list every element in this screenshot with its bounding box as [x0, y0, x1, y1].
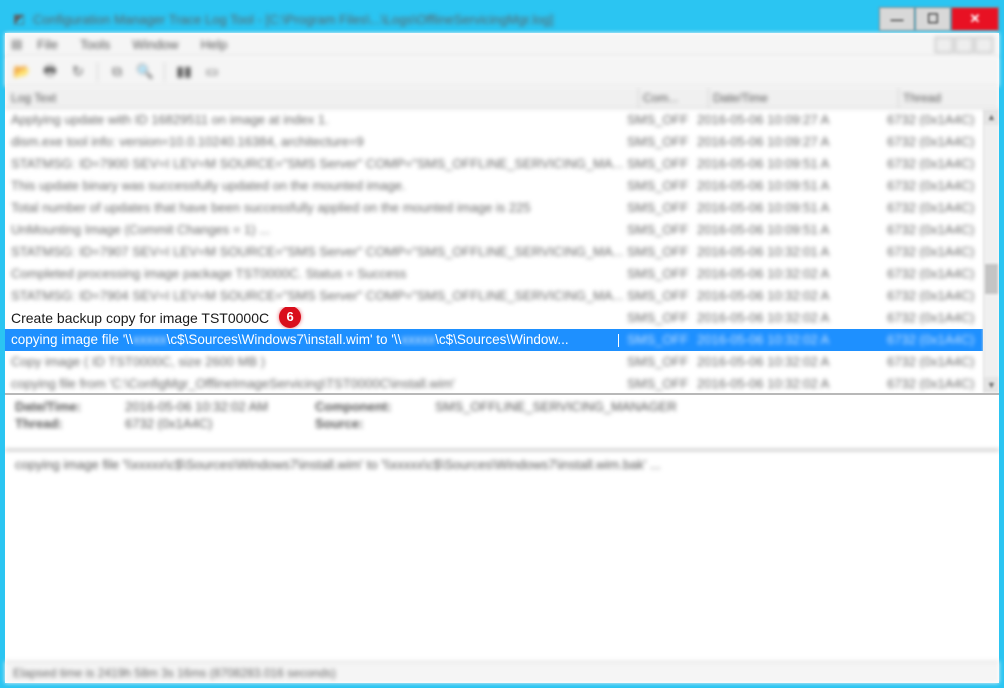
- doc-icon: ▤: [11, 37, 27, 53]
- menu-file[interactable]: File: [37, 37, 58, 52]
- window-title: Configuration Manager Trace Log Tool - […: [33, 12, 879, 27]
- detail-datetime-value: 2016-05-06 10:32:02 AM: [125, 399, 305, 414]
- log-row[interactable]: This update binary was successfully upda…: [5, 175, 983, 197]
- status-text: Elapsed time is 2419h 58m 3s 16ms (87082…: [13, 666, 336, 680]
- log-row[interactable]: copying image file '\\xxxxx\c$\Sources\W…: [5, 329, 983, 351]
- detail-datetime-label: Date/Time:: [15, 399, 115, 414]
- log-row[interactable]: Applying update with ID 16829511 on imag…: [5, 109, 983, 131]
- menubar: ▤ File Tools Window Help: [5, 33, 999, 57]
- content-area: Log Text Com... Date/Time Thread Applyin…: [5, 87, 999, 661]
- minimize-button[interactable]: —: [879, 7, 915, 31]
- app-icon: ◩: [11, 11, 27, 27]
- log-row[interactable]: STATMSG: ID=7904 SEV=I LEV=M SOURCE="SMS…: [5, 285, 983, 307]
- menu-tools[interactable]: Tools: [80, 37, 110, 52]
- open-icon[interactable]: 📂: [11, 61, 33, 83]
- log-row[interactable]: UnMounting Image (Commit Changes = 1) ..…: [5, 219, 983, 241]
- menu-window[interactable]: Window: [132, 37, 178, 52]
- highlight-icon[interactable]: ▭: [201, 61, 223, 83]
- log-row[interactable]: copying file from 'C:\ConfigMgr_OfflineI…: [5, 373, 983, 393]
- detail-source-value: [435, 416, 989, 431]
- child-restore-button[interactable]: [955, 37, 973, 53]
- log-pane: Log Text Com... Date/Time Thread Applyin…: [5, 87, 999, 395]
- copy-icon[interactable]: ⧉: [106, 61, 128, 83]
- child-minimize-button[interactable]: [935, 37, 953, 53]
- log-body[interactable]: Applying update with ID 16829511 on imag…: [5, 109, 983, 393]
- col-header-thread[interactable]: Thread: [899, 87, 999, 108]
- log-row[interactable]: dism.exe tool info: version=10.0.10240.1…: [5, 131, 983, 153]
- statusbar: Elapsed time is 2419h 58m 3s 16ms (87082…: [5, 661, 999, 683]
- pause-icon[interactable]: ▮▮: [173, 61, 195, 83]
- detail-pane: Date/Time: 2016-05-06 10:32:02 AM Compon…: [5, 395, 999, 451]
- detail-source-label: Source:: [315, 416, 425, 431]
- col-header-datetime[interactable]: Date/Time: [709, 87, 899, 108]
- detail-component-value: SMS_OFFLINE_SERVICING_MANAGER: [435, 399, 989, 414]
- log-row[interactable]: Completed processing image package TST00…: [5, 263, 983, 285]
- detail-thread-value: 6732 (0x1A4C): [125, 416, 305, 431]
- refresh-icon[interactable]: ↻: [67, 61, 89, 83]
- message-pane[interactable]: copying image file '\\xxxxx\c$\Sources\W…: [5, 451, 999, 661]
- col-header-component[interactable]: Com...: [639, 87, 709, 108]
- log-row[interactable]: STATMSG: ID=7900 SEV=I LEV=M SOURCE="SMS…: [5, 153, 983, 175]
- close-button[interactable]: ✕: [951, 7, 999, 31]
- annotation-badge: 6: [279, 307, 301, 328]
- log-row[interactable]: Create backup copy for image TST0000C6SM…: [5, 307, 983, 329]
- log-row[interactable]: Copy image ( ID TST0000C, size 2600 MB )…: [5, 351, 983, 373]
- log-row[interactable]: STATMSG: ID=7907 SEV=I LEV=M SOURCE="SMS…: [5, 241, 983, 263]
- scroll-down-icon[interactable]: ▼: [984, 377, 999, 393]
- print-icon[interactable]: 🖶: [39, 61, 61, 83]
- maximize-button[interactable]: ☐: [915, 7, 951, 31]
- vertical-scrollbar[interactable]: ▲ ▼: [983, 109, 999, 393]
- titlebar[interactable]: ◩ Configuration Manager Trace Log Tool -…: [5, 5, 999, 33]
- detail-thread-label: Thread:: [15, 416, 115, 431]
- window-frame: ◩ Configuration Manager Trace Log Tool -…: [0, 0, 1004, 688]
- find-icon[interactable]: 🔍: [134, 61, 156, 83]
- menu-help[interactable]: Help: [201, 37, 228, 52]
- child-close-button[interactable]: [975, 37, 993, 53]
- scroll-up-icon[interactable]: ▲: [984, 109, 999, 125]
- detail-component-label: Component:: [315, 399, 425, 414]
- scroll-thumb[interactable]: [985, 264, 998, 294]
- toolbar: 📂 🖶 ↻ ⧉ 🔍 ▮▮ ▭: [5, 57, 999, 87]
- log-row[interactable]: Total number of updates that have been s…: [5, 197, 983, 219]
- log-header: Log Text Com... Date/Time Thread: [5, 87, 999, 109]
- col-header-logtext[interactable]: Log Text: [5, 87, 639, 108]
